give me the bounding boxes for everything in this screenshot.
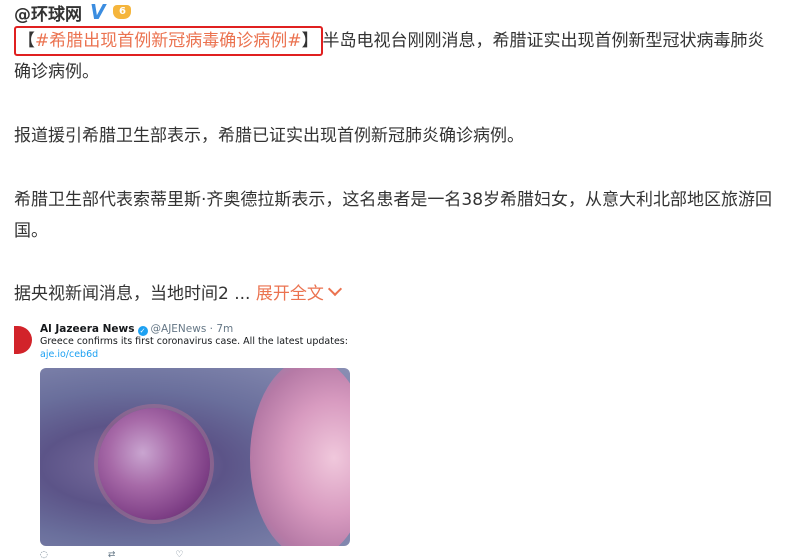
tweet-actions: ◌ ⇄ ♡ — [40, 550, 340, 560]
topic-link[interactable]: #希腊出现首例新冠病毒确诊病例# — [35, 31, 302, 51]
crown-icon: 6 — [111, 1, 133, 23]
expand-label[interactable]: 展开全文 — [256, 284, 324, 304]
reply-icon[interactable]: ◌ — [40, 550, 48, 560]
verified-icon: V — [90, 0, 106, 24]
expand-full-text-link[interactable]: 展开全文 — [256, 281, 342, 304]
tweet-author: Al Jazeera News ✓ @AJENews · 7m — [40, 323, 233, 336]
al-jazeera-logo-icon — [14, 326, 32, 354]
author-name[interactable]: @环球网 — [14, 0, 82, 25]
tweet-author-name: Al Jazeera News — [40, 323, 135, 335]
topic-open-bracket: 【 — [18, 31, 35, 51]
paragraph-4-text: 据央视新闻消息，当地时间2 ... — [14, 284, 251, 304]
tweet-header: Al Jazeera News ✓ @AJENews · 7m Greece con… — [14, 320, 350, 366]
author-row: @环球网 V 6 — [14, 0, 133, 25]
verified-check-icon: ✓ — [137, 326, 148, 336]
tweet-link[interactable]: aje.io/ceb6d — [40, 349, 98, 360]
post-paragraph-3: 希腊卫生部代表索蒂里斯·齐奥德拉斯表示，这名患者是一名38岁希腊妇女，从意大利北… — [14, 190, 773, 241]
coronavirus-image[interactable] — [40, 368, 350, 546]
retweet-icon[interactable]: ⇄ — [108, 550, 116, 560]
cell-surface-shape — [250, 368, 350, 546]
tweet-text: Greece confirms its first coronavirus ca… — [40, 336, 348, 347]
post-paragraph-1: 【#希腊出现首例新冠病毒确诊病例#】 半岛电视台刚刚消息，希腊证实出现首例新型冠状… — [14, 26, 779, 88]
virus-particle-shape — [98, 408, 210, 520]
highlighted-topic: 【#希腊出现首例新冠病毒确诊病例#】 — [14, 26, 323, 56]
chevron-down-icon — [327, 281, 342, 297]
tweet-handle: @AJENews · 7m — [150, 323, 234, 335]
embedded-tweet-card[interactable]: Al Jazeera News ✓ @AJENews · 7m Greece con… — [14, 320, 350, 560]
level-badge: 6 — [119, 6, 126, 17]
topic-close-bracket: 】 — [301, 31, 319, 51]
post-paragraph-4: 据央视新闻消息，当地时间2 ... 展开全文 — [14, 279, 779, 310]
like-icon[interactable]: ♡ — [175, 550, 183, 560]
post-paragraph-2: 报道援引希腊卫生部表示，希腊已证实出现首例新冠肺炎确诊病例。 — [14, 126, 524, 146]
